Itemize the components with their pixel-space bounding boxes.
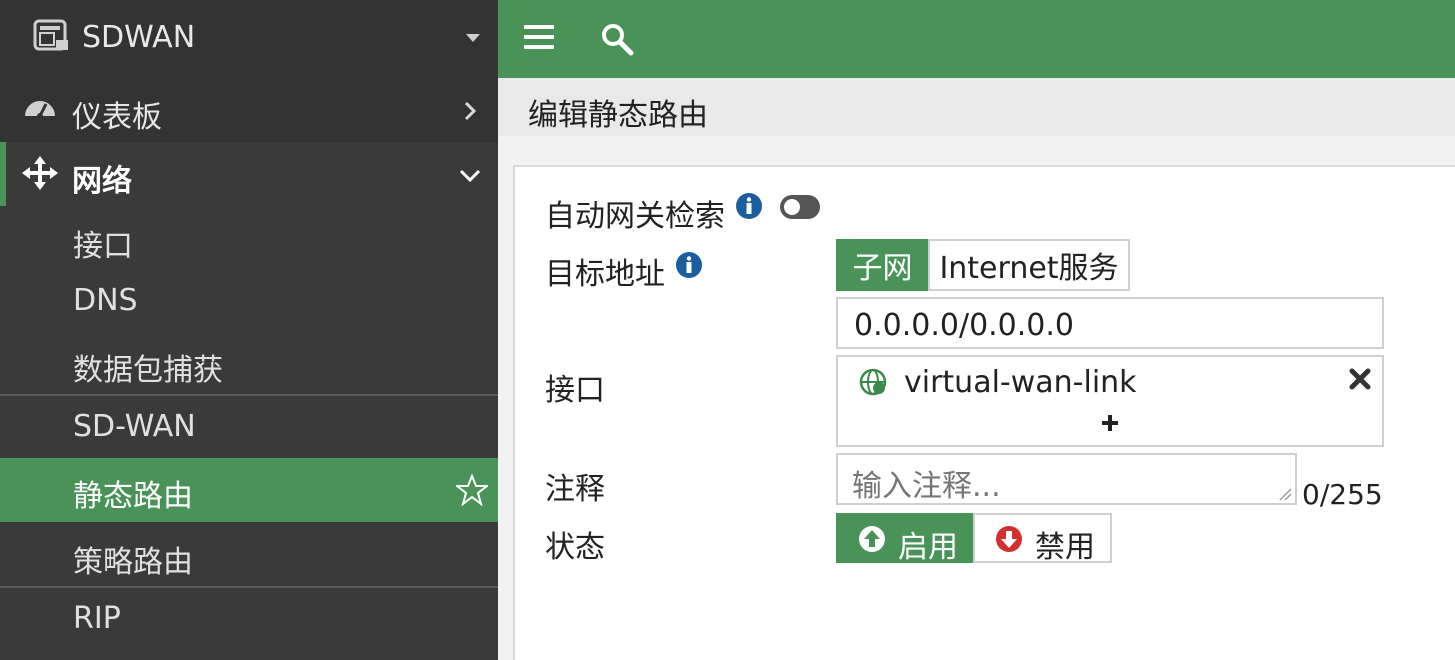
status-enable-label: 启用 — [898, 530, 958, 565]
sidebar-item-label: 数据包捕获 — [73, 353, 223, 388]
destination-internet-service-tab[interactable]: Internet服务 — [928, 239, 1130, 291]
status-label: 状态 — [545, 530, 605, 565]
sidebar-item-label: 静态路由 — [73, 479, 193, 514]
comment-char-counter: 0/255 — [1302, 478, 1383, 511]
dashboard-gauge-icon — [25, 101, 55, 119]
close-icon[interactable] — [1348, 367, 1372, 391]
sidebar-item-dashboard[interactable]: 仪表板 — [0, 78, 498, 142]
sidebar-item-dns[interactable]: DNS — [0, 270, 498, 332]
auto-gateway-label: 自动网关检索 — [545, 199, 725, 234]
status-disable-label: 禁用 — [1035, 530, 1095, 565]
sidebar-item-label: 仪表板 — [72, 100, 162, 135]
brand-header[interactable]: SDWAN — [0, 0, 498, 78]
arrow-up-circle-icon — [859, 526, 885, 552]
sidebar-item-rip[interactable]: RIP — [0, 588, 498, 650]
sdwan-logo-icon — [33, 19, 68, 51]
interface-name: virtual-wan-link — [904, 365, 1137, 400]
resize-handle-icon[interactable] — [1276, 485, 1292, 501]
status-enable-button[interactable]: 启用 — [836, 513, 974, 565]
active-section-accent — [0, 142, 6, 206]
sidebar-item-label: 接口 — [73, 229, 133, 264]
sidebar-item-static-routes[interactable]: 静态路由 — [0, 458, 498, 522]
menu-icon[interactable] — [524, 24, 554, 50]
page-title: 编辑静态路由 — [528, 98, 708, 133]
arrow-down-circle-icon — [996, 526, 1022, 552]
destination-subnet-tab[interactable]: 子网 — [836, 239, 929, 291]
status-disable-button[interactable]: 禁用 — [973, 513, 1112, 565]
sidebar-item-label: SD-WAN — [73, 409, 196, 444]
sidebar-item-policy-routes[interactable]: 策略路由 — [0, 524, 498, 586]
sidebar-item-sd-wan[interactable]: SD-WAN — [0, 396, 498, 458]
interface-label: 接口 — [545, 373, 605, 408]
star-icon[interactable] — [456, 474, 488, 506]
destination-value: 0.0.0.0/0.0.0.0 — [854, 308, 1075, 343]
top-toolbar — [498, 0, 1455, 78]
sidebar-item-network[interactable]: 网络 — [0, 142, 498, 206]
chevron-down-icon — [459, 169, 481, 183]
destination-label: 目标地址 — [545, 257, 665, 292]
sidebar-item-label: DNS — [73, 283, 138, 318]
destination-subnet-input[interactable]: 0.0.0.0/0.0.0.0 — [836, 297, 1384, 349]
plus-icon[interactable] — [1100, 413, 1120, 433]
info-icon[interactable] — [735, 192, 763, 220]
app-title: SDWAN — [82, 20, 196, 55]
search-icon[interactable] — [600, 22, 634, 56]
move-arrows-icon — [22, 156, 58, 190]
comment-label: 注释 — [545, 472, 605, 507]
page-header: 编辑静态路由 — [498, 78, 1455, 136]
sdwan-globe-icon — [859, 368, 887, 396]
chevron-down-icon[interactable] — [466, 34, 480, 42]
toggle-knob — [784, 199, 800, 215]
sidebar-item-label: RIP — [73, 601, 121, 636]
chevron-right-icon — [464, 101, 477, 121]
sidebar-item-interfaces[interactable]: 接口 — [0, 208, 498, 270]
interface-select[interactable]: virtual-wan-link — [836, 355, 1384, 447]
sidebar: SDWAN 仪表板 网络 接口 DNS 数据包捕获 SD-WAN 静态路由 策略… — [0, 0, 498, 660]
sidebar-item-packet-capture[interactable]: 数据包捕获 — [0, 332, 498, 394]
comment-field[interactable] — [836, 453, 1297, 505]
sidebar-item-label: 策略路由 — [73, 545, 193, 580]
info-icon[interactable] — [675, 251, 703, 279]
sidebar-item-label: 网络 — [72, 164, 132, 199]
auto-gateway-toggle[interactable] — [780, 195, 820, 219]
